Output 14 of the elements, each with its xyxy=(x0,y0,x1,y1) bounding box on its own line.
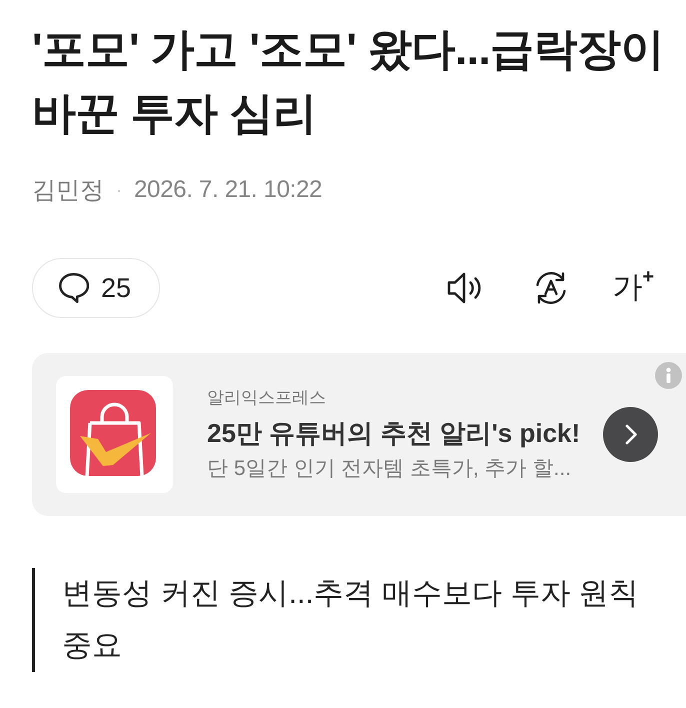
ad-title[interactable]: 25만 유튜버의 추천 알리's pick! xyxy=(207,416,603,450)
advertiser-name: 알리익스프레스 xyxy=(207,386,327,408)
ad-card[interactable]: 알리익스프레스 25만 유튜버의 추천 알리's pick! 단 5일간 인기 전자템 초특가, 추가 할... xyxy=(32,353,686,516)
comment-icon xyxy=(59,273,89,303)
article-subheadline: 변동성 커진 증시...추격 매수보다 투자 원칙 중요 xyxy=(32,568,654,672)
chevron-right-icon[interactable] xyxy=(603,407,658,462)
byline-separator: · xyxy=(116,180,122,200)
article-headline: '포모' 가고 '조모' 왔다...급락장이 바꾼 투자 심리 xyxy=(32,24,666,140)
shopping-bag-icon xyxy=(56,376,173,493)
font-size-button[interactable]: 가$^{+}$ xyxy=(612,268,654,308)
comment-button[interactable]: 25 xyxy=(32,258,160,318)
author-name: 김민정 xyxy=(32,176,104,206)
ad-description: 단 5일간 인기 전자템 초특가, 추가 할... xyxy=(207,456,572,482)
publish-date: 2026. 7. 21. 10:22 xyxy=(134,176,322,204)
